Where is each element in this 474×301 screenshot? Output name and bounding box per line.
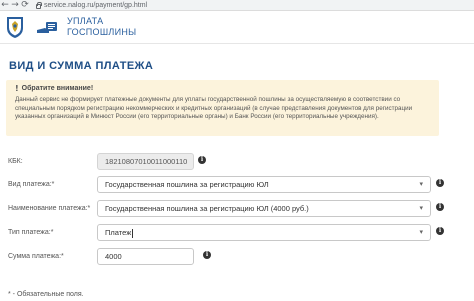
alert-text: Данный сервис не формирует платежные док…: [15, 96, 413, 120]
amount-row: Сумма платежа:* 4000 i: [0, 248, 474, 266]
text-cursor: [132, 228, 134, 238]
site-header: УПЛАТА ГОСПОШЛИНЫ: [0, 11, 474, 44]
browser-address-bar: ← → ⟳ service.nalog.ru/payment/gp.html: [0, 0, 474, 11]
payment-name-row: Наименование платежа:* Государственная п…: [0, 200, 474, 218]
alert-heading-row: ! Обратите внимание!: [15, 84, 430, 93]
payment-kind-label: Вид платежа:*: [8, 181, 55, 188]
kbk-label: КБК:: [8, 158, 23, 165]
amount-input[interactable]: 4000: [97, 248, 194, 265]
payment-name-value: Государственная пошлина за регистрацию Ю…: [105, 204, 309, 213]
chevron-down-icon: ▾: [419, 228, 423, 236]
alert-heading: Обратите внимание!: [21, 85, 94, 92]
payment-kind-row: Вид платежа:* Государственная пошлина за…: [0, 176, 474, 194]
payment-kind-info-icon[interactable]: i: [436, 179, 444, 187]
lock-icon: [36, 1, 42, 9]
url-text[interactable]: service.nalog.ru/payment/gp.html: [44, 0, 147, 11]
payment-kind-value: Государственная пошлина за регистрацию Ю…: [105, 180, 269, 189]
amount-label: Сумма платежа:*: [8, 253, 64, 260]
warning-alert: ! Обратите внимание! Данный сервис не фо…: [6, 80, 439, 136]
amount-info-icon[interactable]: i: [203, 251, 211, 259]
payment-name-select[interactable]: Государственная пошлина за регистрацию Ю…: [97, 200, 431, 217]
back-arrow-icon[interactable]: ←: [0, 0, 10, 11]
payment-type-value: Платеж: [105, 228, 132, 237]
brand-line-2: ГОСПОШЛИНЫ: [67, 27, 137, 37]
exclamation-icon: !: [15, 84, 19, 93]
brand-title[interactable]: УПЛАТА ГОСПОШЛИНЫ: [67, 16, 136, 38]
forward-arrow-icon[interactable]: →: [10, 0, 20, 11]
payment-type-info-icon[interactable]: i: [436, 227, 444, 235]
document-hand-icon: [37, 22, 57, 33]
payment-type-row: Тип платежа:* Платеж ▾ i: [0, 224, 474, 242]
payment-type-select[interactable]: Платеж ▾: [97, 224, 431, 241]
required-fields-note: * - Обязательные поля.: [8, 291, 84, 298]
reload-icon[interactable]: ⟳: [20, 0, 30, 11]
kbk-info-icon[interactable]: i: [198, 156, 206, 164]
chevron-down-icon: ▾: [419, 204, 423, 212]
chevron-down-icon: ▾: [419, 180, 423, 188]
kbk-row: КБК: 18210807010011000110 i: [0, 153, 474, 171]
kbk-field: 18210807010011000110: [97, 153, 194, 170]
payment-name-info-icon[interactable]: i: [436, 203, 444, 211]
payment-name-label: Наименование платежа:*: [8, 205, 91, 212]
payment-kind-select[interactable]: Государственная пошлина за регистрацию Ю…: [97, 176, 431, 193]
page-title: ВИД И СУММА ПЛАТЕЖА: [9, 60, 154, 72]
payment-type-label: Тип платежа:*: [8, 229, 54, 236]
emblem-logo-icon[interactable]: [5, 15, 25, 39]
brand-line-1: УПЛАТА: [67, 16, 104, 26]
